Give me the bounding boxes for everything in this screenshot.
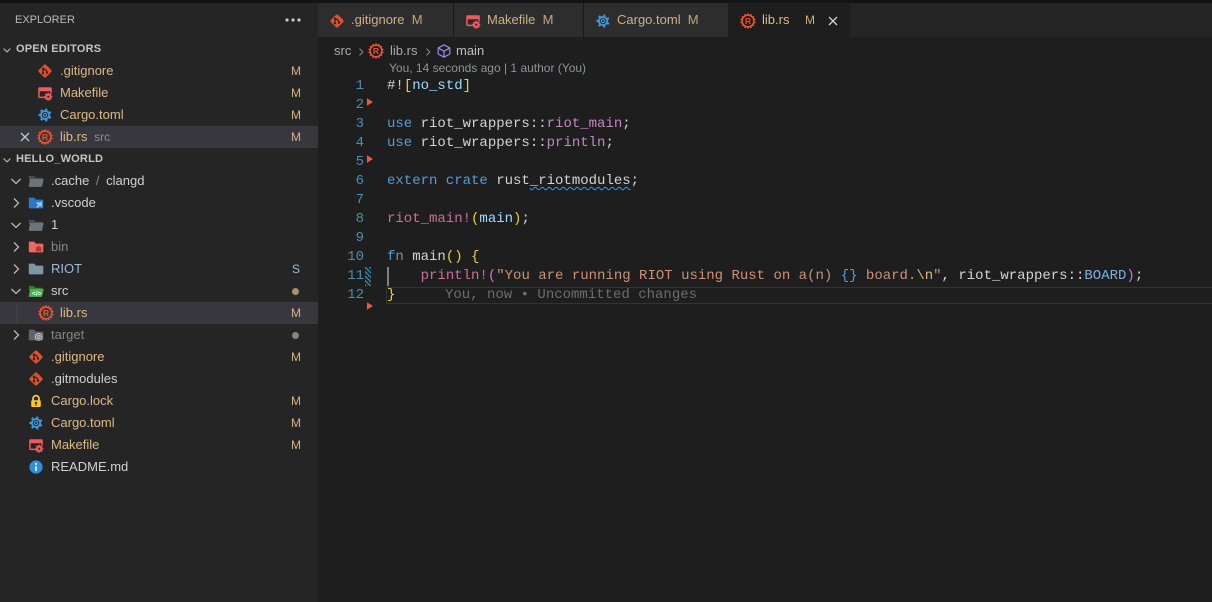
svg-text:R: R <box>373 46 380 56</box>
svg-text:R: R <box>745 16 752 26</box>
svg-text:R: R <box>43 308 50 318</box>
svg-text:</>: </> <box>32 291 42 298</box>
svg-text:R: R <box>42 132 49 142</box>
